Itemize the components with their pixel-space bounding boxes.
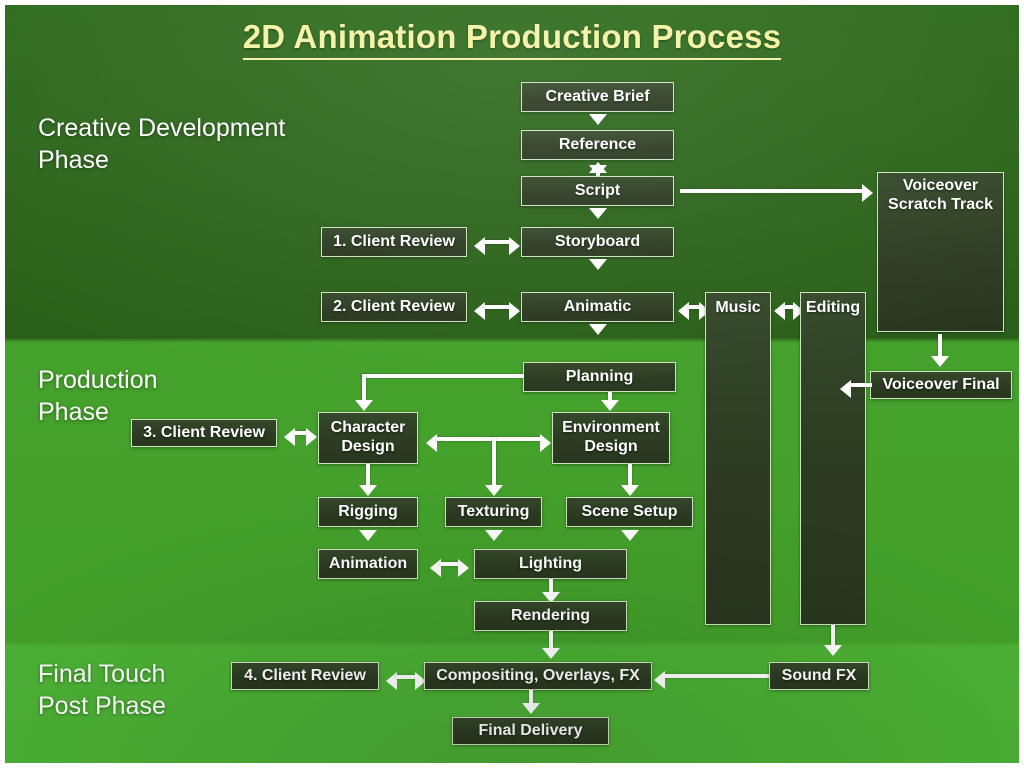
slide-canvas: 2D Animation Production Process Creative…: [0, 0, 1024, 768]
slide-border: [0, 0, 1024, 768]
